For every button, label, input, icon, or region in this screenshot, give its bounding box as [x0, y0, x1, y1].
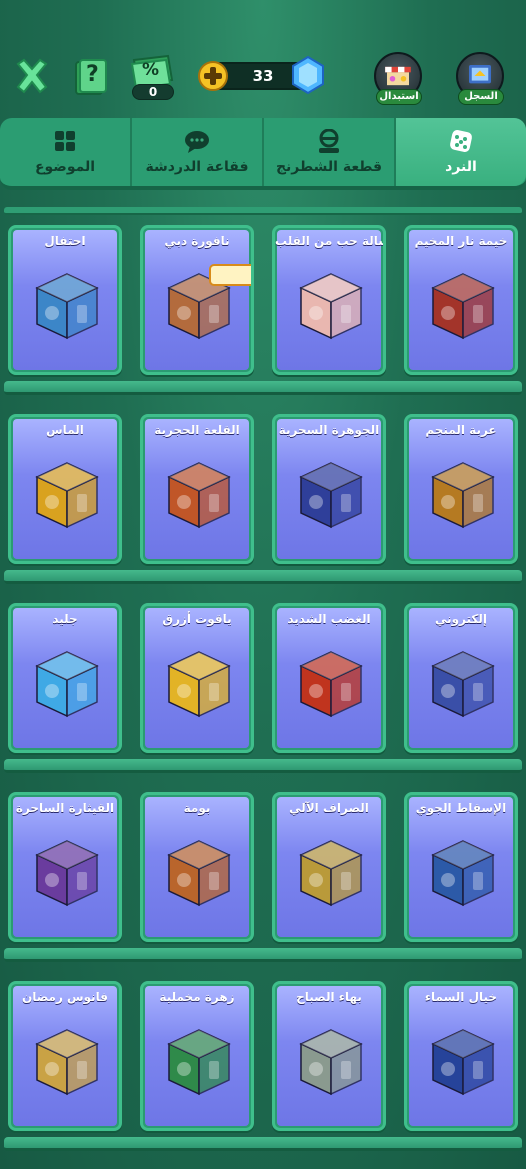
dice-skin-icon	[299, 651, 363, 718]
dice-item-name: بومة	[183, 801, 211, 815]
tab-label: فقاعة الدردشة	[145, 159, 249, 175]
tab-label: قطعة الشطرنج	[275, 159, 383, 175]
dice-item-name: ياقوت أزرق	[162, 612, 232, 626]
dice-skin-icon	[299, 1029, 363, 1096]
discount-button[interactable]: % 0	[128, 54, 176, 100]
dice-skin-icon	[35, 1029, 99, 1096]
tab-dice[interactable]: النرد	[396, 118, 526, 186]
dice-item-name: جليد	[52, 612, 78, 626]
dice-item-name: زهرة مخملية	[159, 990, 235, 1004]
dice-item-card[interactable]: الصراف الآلي	[272, 792, 386, 942]
dice-skin-icon	[431, 273, 495, 340]
shelf	[4, 759, 522, 773]
tab-chat-bubble[interactable]: فقاعة الدردشة	[132, 118, 264, 186]
dice-skin-icon	[431, 840, 495, 907]
dice-item-card[interactable]: الإسقاط الجوي	[404, 792, 518, 942]
dice-item-name: الجوهرة السحرية	[278, 423, 380, 437]
dice-item-card[interactable]: القيثارة الساحرة	[8, 792, 122, 942]
combo-badge-icon	[209, 264, 251, 286]
dice-item-card[interactable]: بومة	[140, 792, 254, 942]
dice-skin-icon	[167, 462, 231, 529]
dice-item-card[interactable]: جليد	[8, 603, 122, 753]
dice-item-card[interactable]: بهاء الصباح	[272, 981, 386, 1131]
shelf	[4, 948, 522, 962]
history-button[interactable]: السجل	[456, 52, 506, 105]
dice-item-name: فانوس رمضان	[21, 990, 109, 1004]
dice-item-name: القيثارة الساحرة	[15, 801, 115, 815]
dice-item-card[interactable]: إلكتروني	[404, 603, 518, 753]
dice-skin-icon	[35, 651, 99, 718]
dice-item-name: الصراف الآلي	[289, 801, 369, 815]
dice-item-card[interactable]: نافورة دبي	[140, 225, 254, 375]
chess-piece-icon	[319, 129, 339, 153]
dice-skin-icon	[431, 462, 495, 529]
dice-skin-icon	[299, 462, 363, 529]
dice-item-name: القلعة الحجرية	[154, 423, 240, 437]
dice-item-name: الماس	[46, 423, 84, 437]
percent-symbol: %	[142, 60, 160, 80]
dice-item-name: نافورة دبي	[164, 234, 230, 248]
dice-item-card[interactable]: القلعة الحجرية	[140, 414, 254, 564]
dice-item-card[interactable]: زهرة مخملية	[140, 981, 254, 1131]
dice-item-name: رسالة حب من القلب	[275, 234, 383, 248]
add-gems-button[interactable]	[197, 60, 229, 92]
dice-item-name: خيمة نار المخيم	[414, 234, 508, 248]
close-button[interactable]	[12, 56, 52, 96]
dice-item-card[interactable]: احتفال	[8, 225, 122, 375]
dice-item-name: احتفال	[44, 234, 86, 248]
dice-skin-icon	[35, 273, 99, 340]
top-bar: ? % 0 33 استبدال السجل	[0, 0, 526, 112]
dice-item-card[interactable]: خيال السماء	[404, 981, 518, 1131]
dice-skin-icon	[167, 651, 231, 718]
history-label: السجل	[458, 89, 504, 105]
chat-bubble-icon	[185, 131, 209, 153]
tab-theme[interactable]: الموضوع	[0, 118, 132, 186]
shelf-top	[4, 207, 522, 215]
dice-item-card[interactable]: فانوس رمضان	[8, 981, 122, 1131]
dice-skin-icon	[167, 1029, 231, 1096]
dice-skin-icon	[35, 840, 99, 907]
category-tabs: الموضوع فقاعة الدردشة قطعة الشطرنج النرد	[0, 118, 526, 190]
dice-skin-icon	[299, 840, 363, 907]
shelf	[4, 1137, 522, 1151]
dice-item-name: الإسقاط الجوي	[415, 801, 507, 815]
dice-item-card[interactable]: خيمة نار المخيم	[404, 225, 518, 375]
dice-item-card[interactable]: ياقوت أزرق	[140, 603, 254, 753]
help-button[interactable]: ?	[74, 58, 108, 96]
shelf	[4, 381, 522, 395]
dice-grid: خيمة نار المخيم رسالة حب من القلب نافورة د…	[0, 205, 526, 1169]
gem-icon	[290, 55, 326, 95]
dice-skin-icon	[431, 651, 495, 718]
tab-label: الموضوع	[34, 159, 96, 175]
gem-count: 33	[252, 67, 274, 85]
plus-icon	[198, 61, 228, 91]
help-symbol: ?	[86, 62, 99, 87]
shelf	[4, 570, 522, 584]
dice-item-name: إلكتروني	[434, 612, 488, 626]
dice-item-card[interactable]: الماس	[8, 414, 122, 564]
dice-skin-icon	[35, 462, 99, 529]
tab-chess-piece[interactable]: قطعة الشطرنج	[264, 118, 396, 186]
dice-item-name: الغضب الشديد	[287, 612, 371, 626]
dice-item-card[interactable]: الجوهرة السحرية	[272, 414, 386, 564]
tab-label: النرد	[445, 159, 477, 175]
dice-item-card[interactable]: عربة المنجم	[404, 414, 518, 564]
dice-item-card[interactable]: الغضب الشديد	[272, 603, 386, 753]
dice-item-name: خيال السماء	[424, 990, 498, 1004]
dice-skin-icon	[299, 273, 363, 340]
discount-count: 0	[132, 84, 174, 100]
dice-icon	[450, 130, 472, 152]
theme-grid-icon	[55, 131, 75, 151]
dice-item-card[interactable]: رسالة حب من القلب	[272, 225, 386, 375]
dice-item-name: بهاء الصباح	[296, 990, 362, 1004]
exchange-label: استبدال	[376, 89, 422, 105]
exchange-button[interactable]: استبدال	[374, 52, 424, 105]
dice-item-name: عربة المنجم	[425, 423, 497, 437]
close-icon	[16, 58, 48, 94]
dice-skin-icon	[167, 840, 231, 907]
dice-skin-icon	[431, 1029, 495, 1096]
